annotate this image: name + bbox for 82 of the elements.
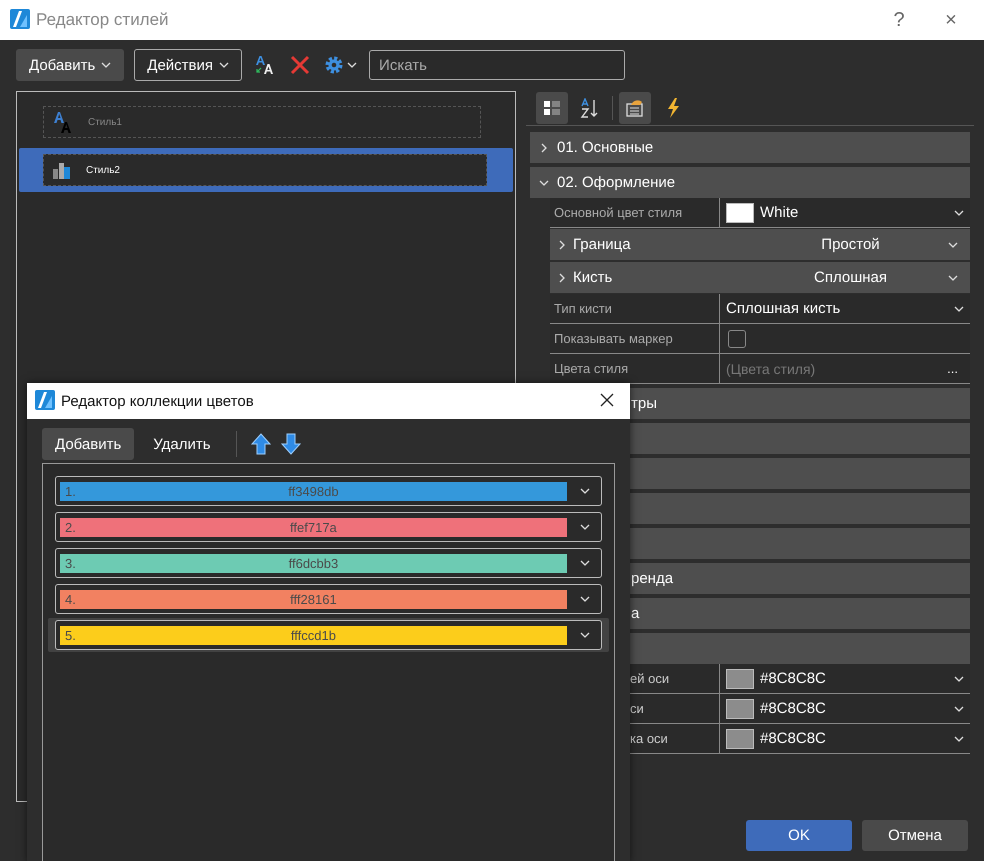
category-name: а	[631, 605, 640, 622]
property-name: Тип кисти	[550, 294, 720, 323]
color-hex: ff6dcbb3	[288, 556, 338, 570]
close-button[interactable]: ×	[928, 8, 974, 32]
color-list-item[interactable]: 5. fffccd1b	[48, 618, 609, 652]
chevron-down-icon	[954, 210, 964, 216]
chevron-down-icon	[580, 560, 590, 566]
bar-chart-icon	[52, 161, 72, 179]
app-logo-icon	[35, 390, 55, 410]
add-button[interactable]: Добавить	[42, 428, 134, 460]
category-name: 02. Оформление	[557, 174, 676, 191]
delete-icon	[290, 55, 310, 75]
search-field[interactable]: Искать	[369, 50, 626, 80]
style-name: Стиль2	[86, 164, 120, 176]
property-name: Показывать маркер	[550, 324, 720, 353]
color-hex: ffef717a	[290, 520, 337, 534]
group-value: Простой	[820, 236, 881, 253]
chevron-down-icon	[948, 242, 958, 248]
browse-button[interactable]: ...	[941, 360, 964, 377]
category-name: тры	[631, 395, 657, 412]
color-dropdown[interactable]: #8C8C8C	[720, 694, 970, 723]
chevron-down-icon	[954, 306, 964, 312]
help-button[interactable]: ?	[876, 8, 922, 32]
category-name: ренда	[631, 570, 674, 587]
property-group-header[interactable]: Граница Простой	[550, 229, 970, 260]
color-hex: fff28161	[290, 592, 337, 606]
style-name: Стиль1	[88, 116, 122, 128]
property-name: Основной цвет стиля	[550, 198, 720, 227]
add-button[interactable]: Добавить	[16, 49, 124, 81]
cancel-button[interactable]: Отмена	[862, 820, 968, 851]
value-dropdown[interactable]: Сплошная кисть	[720, 294, 970, 323]
color-hex: ff3498db	[288, 484, 339, 498]
font-icon	[52, 111, 74, 133]
color-index: 1.	[65, 484, 76, 498]
dialog-title: Редактор коллекции цветов	[61, 392, 255, 410]
group-name: Граница	[573, 236, 632, 253]
chevron-down-icon	[954, 736, 964, 742]
property-page-icon	[625, 98, 645, 118]
arrow-up-icon	[250, 433, 271, 455]
sort-alphabetical-icon	[580, 98, 600, 118]
color-dropdown[interactable]: #8C8C8C	[720, 724, 970, 753]
chevron-down-icon	[580, 632, 590, 638]
chevron-down-icon	[101, 62, 112, 68]
color-index: 2.	[65, 520, 76, 534]
category-header[interactable]: 02. Оформление	[530, 167, 970, 198]
category-header[interactable]: 01. Основные	[530, 132, 970, 163]
chevron-down-icon	[954, 706, 964, 712]
color-dropdown[interactable]: #8C8C8C	[720, 664, 970, 693]
group-value: Сплошная	[812, 269, 888, 286]
chevron-down-icon	[580, 596, 590, 602]
color-index: 5.	[65, 628, 76, 642]
ok-button[interactable]: OK	[746, 820, 852, 851]
actions-button[interactable]: Действия	[134, 49, 242, 81]
group-name: Кисть	[573, 269, 614, 286]
color-index: 3.	[65, 556, 76, 570]
chevron-down-icon	[954, 676, 964, 682]
chevron-down-icon	[580, 488, 590, 494]
view-toggle-button[interactable]	[619, 92, 651, 124]
move-up-button[interactable]	[248, 431, 273, 457]
category-name: 01. Основные	[557, 139, 654, 156]
delete-button[interactable]: Удалить	[140, 428, 224, 460]
chevron-right-icon	[559, 272, 565, 282]
settings-icon	[324, 55, 344, 75]
chevron-down-icon	[347, 62, 358, 68]
color-dropdown[interactable]: White	[720, 198, 970, 227]
chevron-down-icon	[580, 524, 590, 530]
chevron-down-icon	[948, 274, 958, 280]
checkbox[interactable]	[728, 330, 746, 348]
property-group-header[interactable]: Кисть Сплошная	[550, 262, 970, 293]
chevron-right-icon	[559, 240, 565, 250]
color-hex: fffccd1b	[290, 628, 336, 642]
app-logo-icon	[10, 8, 30, 28]
arrow-down-icon	[280, 433, 301, 455]
close-icon	[600, 392, 614, 406]
categorized-view-icon	[543, 99, 561, 117]
move-down-button[interactable]	[278, 431, 303, 457]
lightning-icon	[666, 98, 680, 118]
window-title: Редактор стилей	[36, 10, 170, 30]
view-toggle-button[interactable]	[536, 92, 568, 124]
color-index: 4.	[65, 592, 76, 606]
style-item[interactable]: Стиль2	[19, 148, 513, 192]
chevron-down-icon	[219, 62, 230, 68]
